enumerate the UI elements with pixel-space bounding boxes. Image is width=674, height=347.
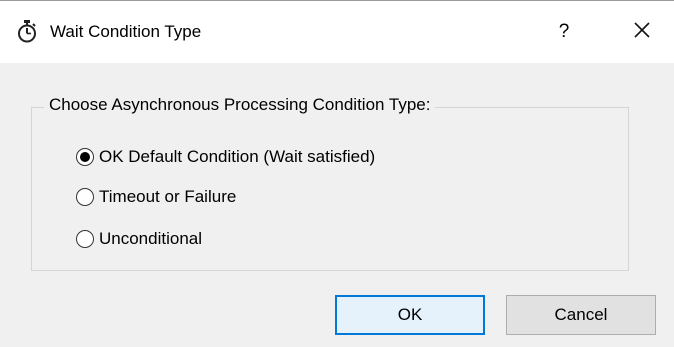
radio-button[interactable] <box>76 188 94 206</box>
cancel-button[interactable]: Cancel <box>506 295 656 335</box>
title-bar[interactable]: Wait Condition Type ? <box>0 1 674 63</box>
window-title: Wait Condition Type <box>50 22 202 41</box>
close-button[interactable] <box>620 11 664 51</box>
wait-condition-dialog: Wait Condition Type ? Choose Asynchronou… <box>0 0 674 347</box>
radio-selected-dot <box>80 152 90 162</box>
ok-button[interactable]: OK <box>335 295 485 335</box>
help-button[interactable]: ? <box>545 13 583 51</box>
radio-ok-default-condition[interactable]: OK Default Condition (Wait satisfied) <box>76 144 375 170</box>
radio-label: Unconditional <box>99 229 203 248</box>
radio-button[interactable] <box>76 230 94 248</box>
radio-label: Timeout or Failure <box>99 187 237 206</box>
radio-unconditional[interactable]: Unconditional <box>76 226 202 252</box>
close-icon <box>620 20 664 40</box>
radio-label: OK Default Condition (Wait satisfied) <box>99 147 376 166</box>
radio-button-selected[interactable] <box>76 148 94 166</box>
groupbox-legend: Choose Asynchronous Processing Condition… <box>44 93 436 117</box>
stopwatch-icon <box>16 19 38 43</box>
radio-timeout-or-failure[interactable]: Timeout or Failure <box>76 184 236 210</box>
